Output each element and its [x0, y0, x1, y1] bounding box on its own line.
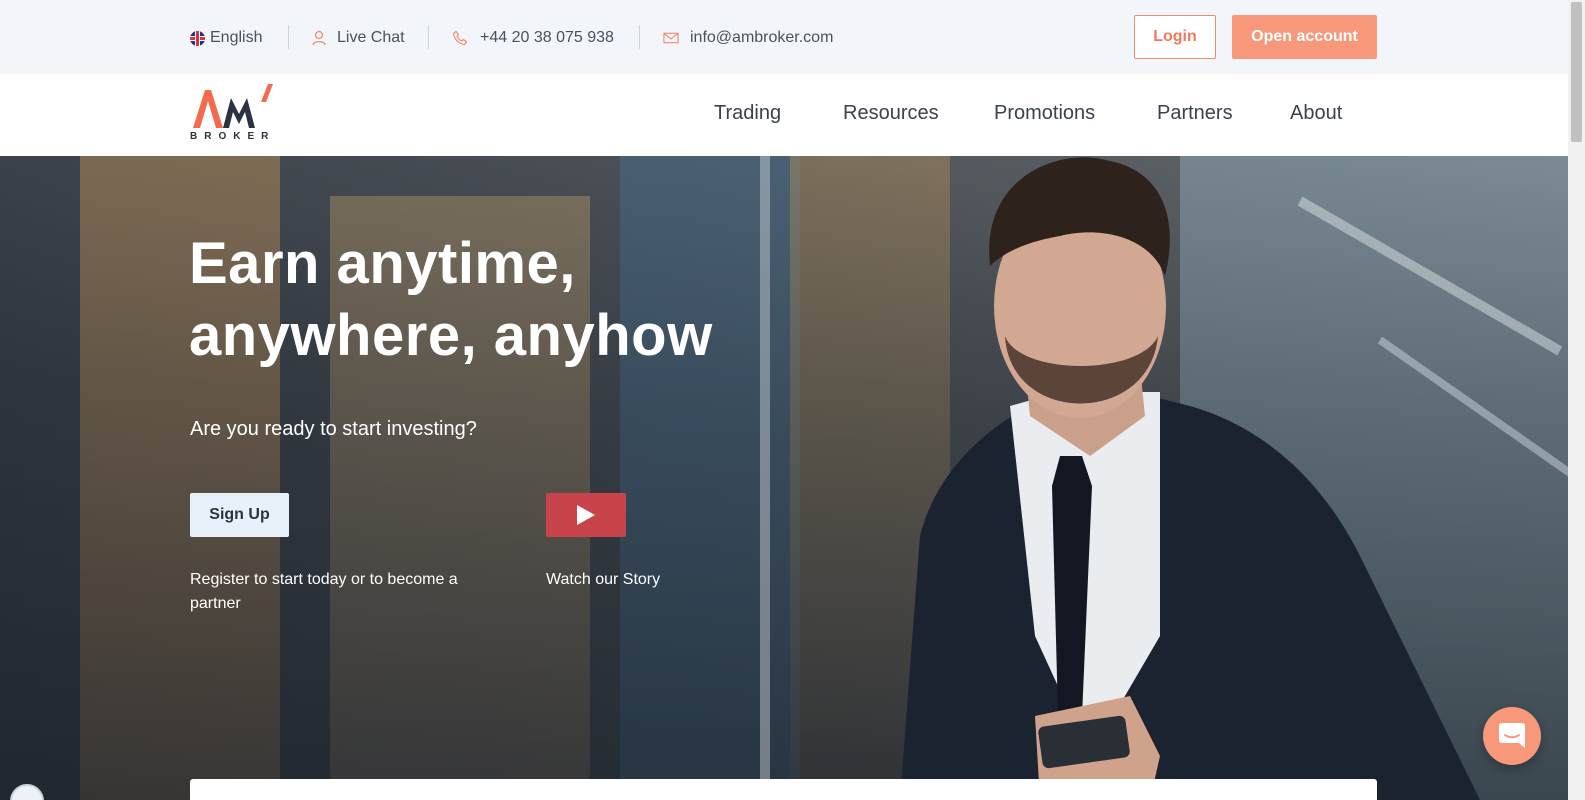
nav-item-partners[interactable]: Partners [1157, 102, 1233, 125]
phone-icon [452, 30, 468, 46]
chat-launcher-button[interactable] [1483, 707, 1541, 765]
user-icon [312, 30, 326, 46]
signup-caption: Register to start today or to become a p… [190, 571, 458, 612]
top-utility-bar: English Live Chat +44 20 38 075 938 info… [0, 0, 1568, 74]
businessman-photo [900, 157, 1480, 800]
hero-title: Earn anytime, anywhere, anyhow [189, 228, 789, 372]
open-account-button[interactable]: Open account [1232, 15, 1377, 59]
logo-wordmark: BROKER [190, 131, 276, 142]
hero-title-line1: Earn anytime, [189, 231, 576, 296]
nav-item-resources[interactable]: Resources [843, 102, 939, 125]
email-link[interactable]: info@ambroker.com [663, 26, 833, 50]
watch-story-caption: Watch our Story [546, 571, 661, 588]
uk-flag-icon [190, 30, 205, 46]
signup-button[interactable]: Sign Up [190, 493, 289, 537]
language-selector[interactable]: English [190, 26, 262, 50]
live-chat-label: Live Chat [337, 29, 405, 46]
login-button[interactable]: Login [1134, 15, 1216, 59]
divider [639, 25, 640, 49]
live-chat-link[interactable]: Live Chat [311, 26, 405, 50]
nav-item-trading[interactable]: Trading [714, 102, 781, 125]
content-panel-top-edge [190, 779, 1377, 800]
play-icon [577, 505, 595, 525]
divider [428, 25, 429, 49]
mail-icon [663, 32, 679, 44]
language-label: English [210, 29, 263, 46]
watch-story-button[interactable] [546, 493, 626, 537]
phone-number: +44 20 38 075 938 [480, 29, 614, 46]
hero-title-line2: anywhere, anyhow [189, 303, 713, 368]
phone-link[interactable]: +44 20 38 075 938 [452, 26, 614, 50]
scrollbar-thumb[interactable] [1571, 2, 1582, 142]
email-address: info@ambroker.com [690, 29, 834, 46]
nav-item-about[interactable]: About [1290, 102, 1342, 125]
nav-item-promotions[interactable]: Promotions [994, 102, 1095, 125]
divider [288, 25, 289, 49]
hero-subtitle: Are you ready to start investing? [190, 418, 477, 440]
chat-bubble-icon [1499, 723, 1525, 748]
